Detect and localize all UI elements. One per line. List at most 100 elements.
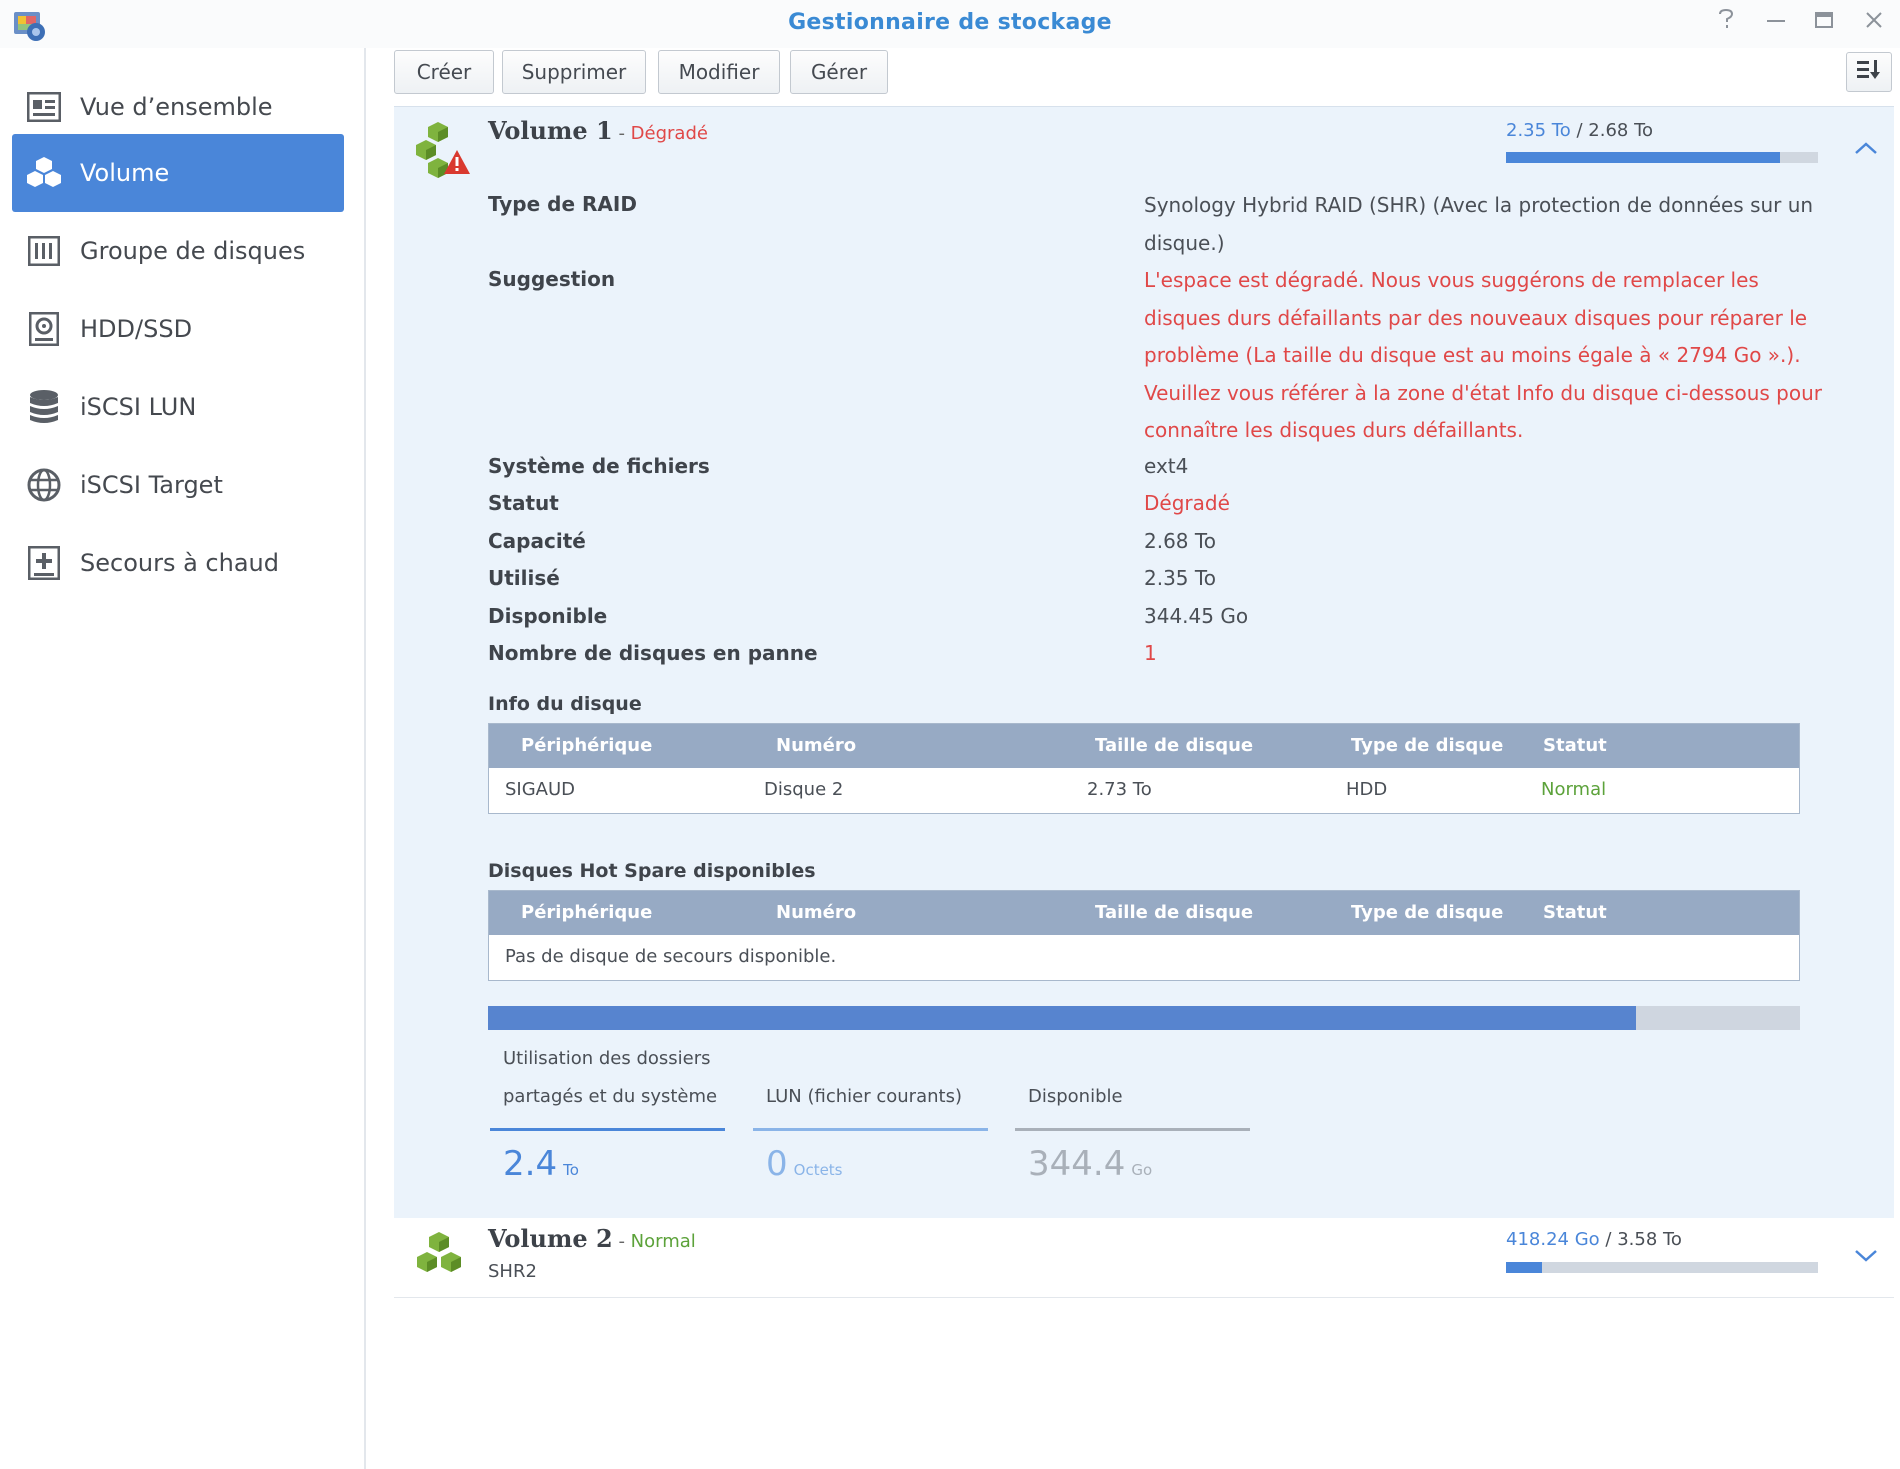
sidebar-item-volume[interactable]: Volume — [12, 134, 344, 212]
sidebar-item-hot-spare[interactable]: Secours à chaud — [12, 524, 344, 602]
suggestion-label: Suggestion — [488, 267, 616, 291]
table-cell: Disque 2 — [764, 779, 844, 800]
delete-button[interactable]: Supprimer — [502, 50, 646, 94]
modify-button[interactable]: Modifier — [658, 50, 780, 94]
legend-number: 2.4 — [503, 1144, 558, 1184]
legend-line-shared — [490, 1128, 725, 1131]
capacity-label: Capacité — [488, 529, 586, 553]
raid-type-value: Synology Hybrid RAID (SHR) (Avec la prot… — [1144, 193, 1814, 255]
volume-normal-icon — [412, 1230, 472, 1290]
table-cell: 2.73 To — [1087, 779, 1152, 800]
usage-used: 418.24 Go — [1506, 1229, 1600, 1250]
legend-label-line: LUN (fichier courants) — [766, 1086, 962, 1107]
failed-disks-value: 1 — [1144, 641, 1157, 665]
hot-spare-icon — [24, 543, 64, 583]
usage-bar-fill — [1506, 152, 1780, 163]
minimize-icon[interactable] — [1758, 8, 1794, 40]
column-header[interactable]: Taille de disque — [1095, 735, 1253, 756]
column-header[interactable]: Périphérique — [521, 902, 652, 923]
volume-2-usage-bar — [1506, 1262, 1818, 1273]
suggestion-value: L'espace est dégradé. Nous vous suggéron… — [1144, 268, 1822, 442]
volume-1-usage-text: 2.35 To / 2.68 To — [1506, 120, 1653, 141]
separator: - — [612, 1231, 631, 1252]
failed-disks-label: Nombre de disques en panne — [488, 641, 818, 665]
separator: - — [612, 123, 631, 144]
column-header[interactable]: Type de disque — [1351, 735, 1503, 756]
filesystem-value: ext4 — [1144, 454, 1189, 478]
usage-bar-fill — [1506, 1262, 1542, 1273]
help-icon[interactable] — [1708, 8, 1744, 40]
filesystem-label: Système de fichiers — [488, 454, 710, 478]
sidebar-item-disk-group[interactable]: Groupe de disques — [12, 212, 344, 290]
legend-unit: To — [563, 1161, 579, 1179]
hdd-icon — [24, 309, 64, 349]
sidebar-item-iscsi-lun[interactable]: iSCSI LUN — [12, 368, 344, 446]
legend-label-line: partagés et du système — [503, 1086, 718, 1107]
column-header[interactable]: Statut — [1543, 735, 1607, 756]
legend-number: 0 — [766, 1144, 788, 1184]
legend-unit: Go — [1131, 1161, 1153, 1179]
sidebar-item-iscsi-target[interactable]: iSCSI Target — [12, 446, 344, 524]
column-header[interactable]: Numéro — [776, 735, 856, 756]
volume-2-title: Volume 2 - Normal — [488, 1224, 696, 1253]
column-header[interactable]: Numéro — [776, 902, 856, 923]
status-value: Dégradé — [1144, 491, 1230, 515]
legend-value-lun: 0 Octets — [766, 1144, 843, 1184]
status-label: Statut — [488, 491, 559, 515]
volume-name: Volume 1 — [488, 116, 613, 145]
table-header: Périphérique Numéro Taille de disque Typ… — [489, 724, 1799, 768]
column-header[interactable]: Taille de disque — [1095, 902, 1253, 923]
available-label: Disponible — [488, 604, 608, 628]
volume-1-title: Volume 1 - Dégradé — [488, 116, 708, 145]
legend-number: 344.4 — [1028, 1144, 1126, 1184]
available-value: 344.45 Go — [1144, 604, 1249, 628]
column-header[interactable]: Périphérique — [521, 735, 652, 756]
globe-icon — [24, 465, 64, 505]
table-cell: HDD — [1346, 779, 1388, 800]
sidebar-item-hdd-ssd[interactable]: HDD/SSD — [12, 290, 344, 368]
sidebar-item-label: Volume — [80, 159, 170, 187]
create-button[interactable]: Créer — [394, 50, 494, 94]
disk-info-table: Périphérique Numéro Taille de disque Typ… — [488, 723, 1800, 814]
legend-label-lun: LUN (fichier courants) — [766, 1078, 962, 1116]
legend-label-line: Utilisation des dossiers — [503, 1048, 711, 1069]
volume-2-subtitle: SHR2 — [488, 1261, 537, 1282]
legend-line-lun — [753, 1128, 988, 1131]
disk-info-title: Info du disque — [488, 693, 642, 715]
sidebar-item-label: iSCSI LUN — [80, 393, 197, 421]
table-empty-row: Pas de disque de secours disponible. — [489, 935, 1799, 979]
volume-degraded-icon — [412, 120, 472, 180]
legend-value-available: 344.4 Go — [1028, 1144, 1152, 1184]
capacity-value: 2.68 To — [1144, 529, 1216, 553]
legend-label-line: Disponible — [1028, 1086, 1123, 1107]
manage-button[interactable]: Gérer — [790, 50, 888, 94]
chevron-down-icon[interactable] — [1852, 1246, 1880, 1266]
usage-separator: / — [1599, 1229, 1618, 1250]
usage-used: 2.35 To — [1506, 120, 1571, 141]
column-header[interactable]: Type de disque — [1351, 902, 1503, 923]
volume-icon — [24, 153, 64, 193]
maximize-icon[interactable] — [1806, 8, 1842, 40]
raid-type-label: Type de RAID — [488, 192, 637, 216]
table-row[interactable]: SIGAUD Disque 2 2.73 To HDD Normal — [489, 768, 1799, 812]
close-icon[interactable] — [1856, 8, 1892, 40]
sidebar-item-label: Groupe de disques — [80, 237, 306, 265]
status-badge: Normal — [630, 1231, 696, 1252]
title-bar: Gestionnaire de stockage — [0, 0, 1900, 48]
sort-button[interactable] — [1846, 52, 1892, 92]
column-header[interactable]: Statut — [1543, 902, 1607, 923]
sidebar-item-label: Vue d’ensemble — [80, 93, 273, 121]
hot-spare-table: Périphérique Numéro Taille de disque Typ… — [488, 890, 1800, 981]
legend-label-available: Disponible — [1028, 1078, 1123, 1116]
status-badge: Dégradé — [630, 123, 708, 144]
usage-total: 2.68 To — [1588, 120, 1654, 141]
usage-separator: / — [1570, 120, 1589, 141]
table-header: Périphérique Numéro Taille de disque Typ… — [489, 891, 1799, 935]
sidebar-item-label: Secours à chaud — [80, 549, 279, 577]
sidebar: Vue d’ensemble Volume Groupe de disques … — [0, 48, 366, 1469]
allocation-bar-fill — [488, 1006, 1636, 1030]
chevron-up-icon[interactable] — [1852, 138, 1880, 158]
used-label: Utilisé — [488, 566, 560, 590]
hot-spare-title: Disques Hot Spare disponibles — [488, 860, 816, 882]
sidebar-item-label: iSCSI Target — [80, 471, 223, 499]
